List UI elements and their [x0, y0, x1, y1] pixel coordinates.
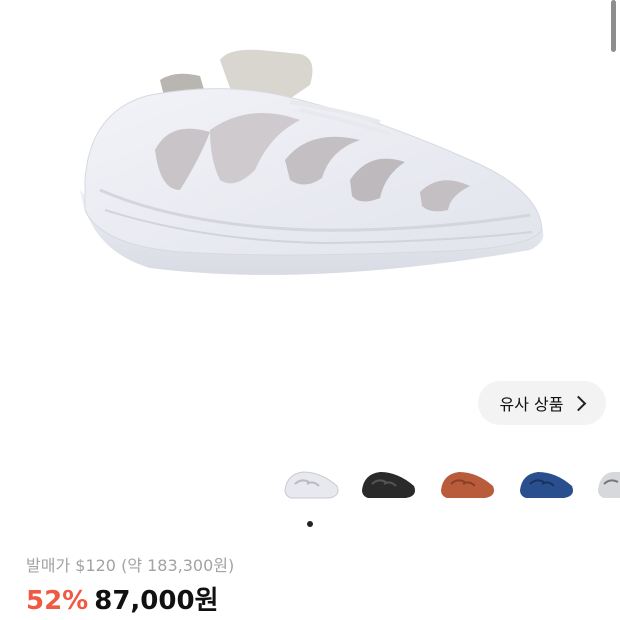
- sale-price-line: 52% 87,000원: [26, 580, 219, 617]
- thumbnail-orange-brown[interactable]: [437, 462, 499, 508]
- original-price-line: 발매가 $120 (약 183,300원): [26, 552, 234, 576]
- original-price-converted: (약 183,300원): [121, 556, 235, 575]
- carousel-indicator-dot[interactable]: [307, 521, 313, 527]
- original-price: $120: [75, 556, 116, 575]
- chevron-right-icon: [571, 395, 587, 411]
- thumbnail-white[interactable]: [281, 462, 343, 508]
- discount-rate: 52%: [26, 586, 89, 616]
- product-detail-page: 유사 상품 발매가 $120 (약 183,300원) 52% 87,000원: [0, 0, 620, 620]
- thumbnail-light-gray[interactable]: [594, 462, 620, 508]
- sale-price: 87,000원: [94, 586, 219, 616]
- original-price-label: 발매가: [26, 556, 71, 575]
- similar-products-button[interactable]: 유사 상품: [478, 381, 606, 425]
- color-variant-thumbnails: [0, 462, 620, 512]
- product-image: [80, 49, 544, 275]
- similar-products-label: 유사 상품: [499, 395, 564, 414]
- thumbnail-navy-blue[interactable]: [516, 462, 578, 508]
- thumbnail-black[interactable]: [358, 462, 420, 508]
- scrollbar[interactable]: [611, 0, 616, 52]
